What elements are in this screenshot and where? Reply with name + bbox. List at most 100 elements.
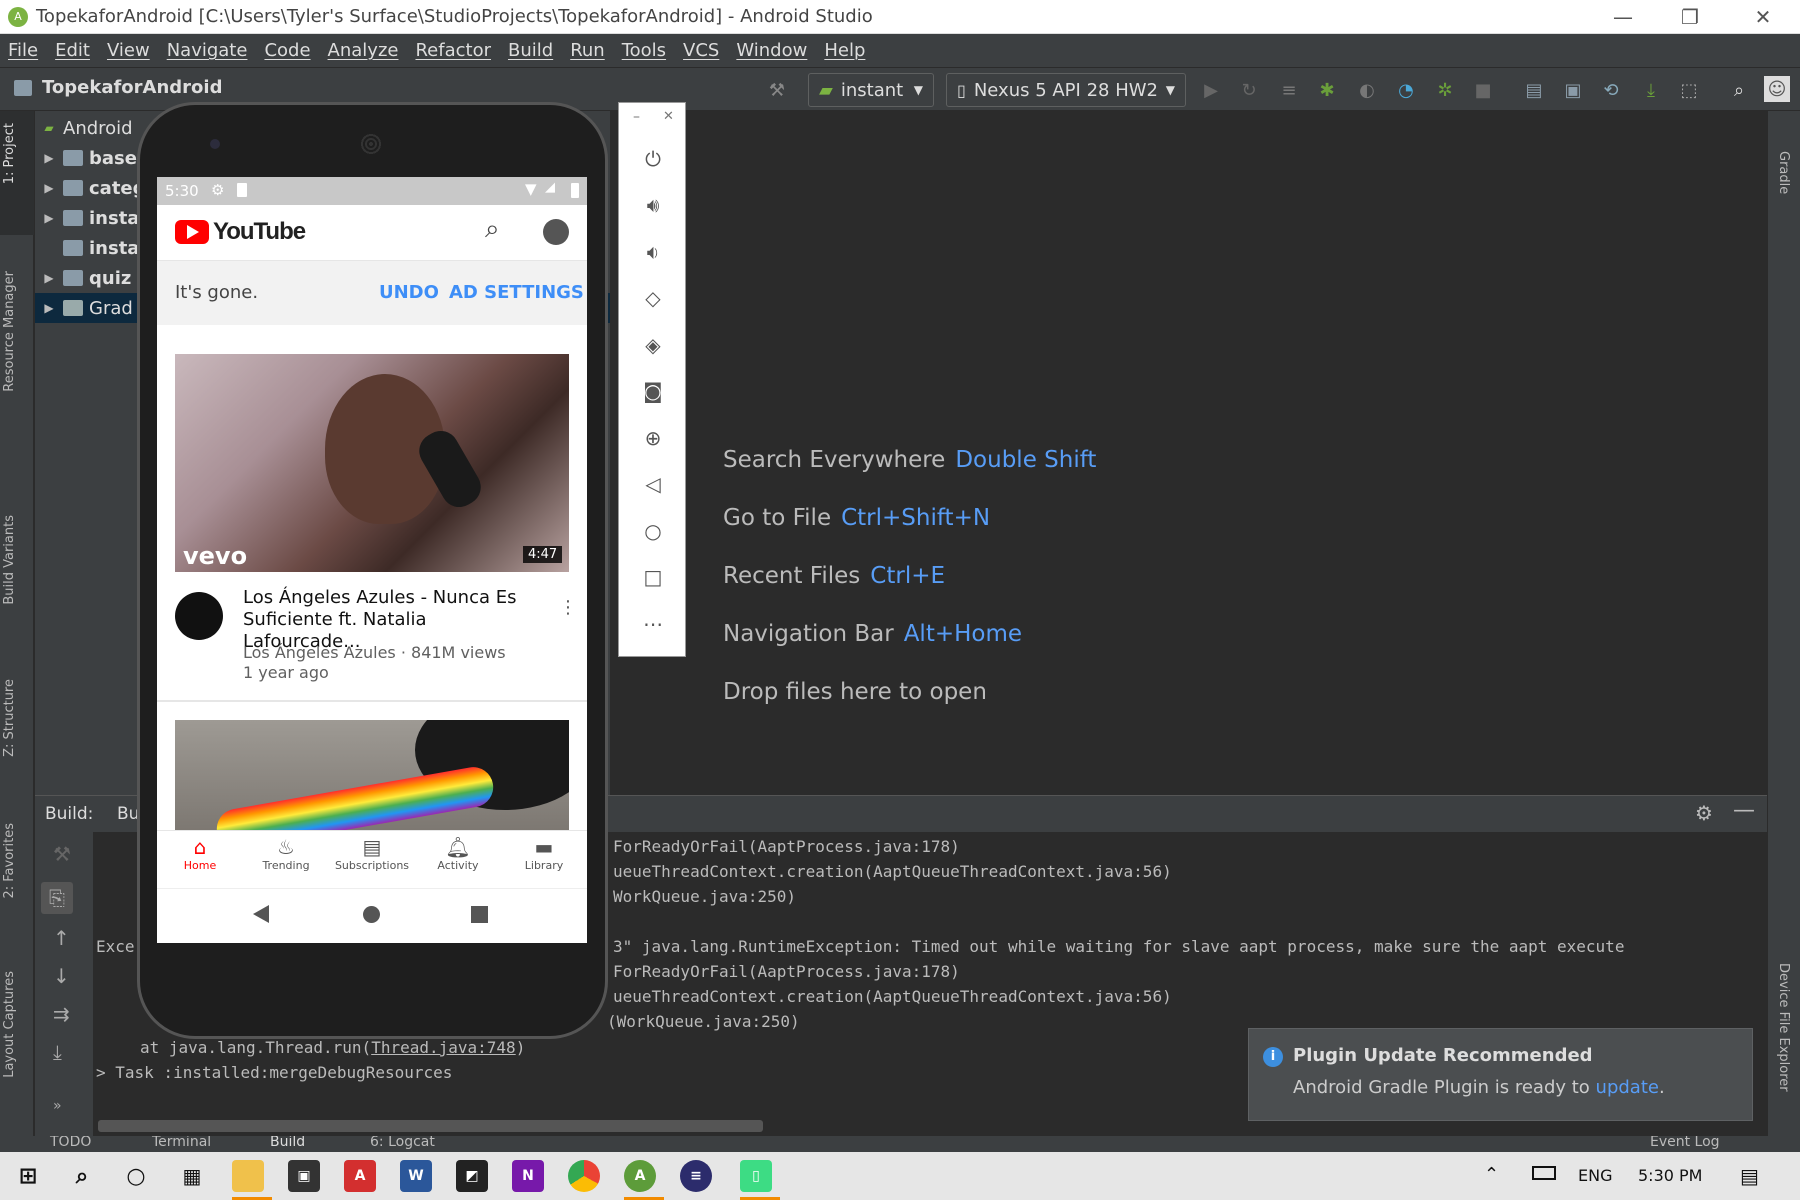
home-icon[interactable]: ○ (619, 519, 687, 543)
emulator-taskbar-icon[interactable]: ▯ (740, 1160, 772, 1192)
project-name[interactable]: TopekaforAndroid (42, 77, 222, 98)
nav-subscriptions[interactable]: ▤ Subscriptions (329, 835, 415, 872)
hammer-icon[interactable]: ⚒ (53, 842, 71, 866)
plugin-update-notification[interactable]: i Plugin Update Recommended Android Grad… (1248, 1028, 1753, 1121)
android-studio-taskbar-icon[interactable]: A (624, 1160, 656, 1192)
undo-button[interactable]: UNDO (379, 282, 439, 303)
cortana-icon[interactable]: ○ (120, 1160, 152, 1192)
ad-settings-button[interactable]: AD SETTINGS (449, 282, 584, 303)
minimize-icon[interactable]: – (633, 109, 640, 125)
screenshot-icon[interactable]: ◙ (619, 379, 687, 403)
menu-help[interactable]: Help (824, 40, 865, 61)
restore-button[interactable]: ❐ (1660, 0, 1720, 34)
power-icon[interactable]: ⏻ (619, 147, 687, 171)
update-link[interactable]: update (1596, 1077, 1659, 1098)
eclipse-icon[interactable]: ≡ (680, 1160, 712, 1192)
clock[interactable]: 5:30 PM (1638, 1166, 1702, 1185)
nav-home[interactable]: ⌂ Home (157, 835, 243, 872)
file-explorer-icon[interactable] (232, 1160, 264, 1192)
volume-down-icon[interactable]: 🔉︎ (619, 240, 687, 264)
debug-icon[interactable]: ✱ (1316, 79, 1338, 101)
run-icon[interactable]: ▶ (1200, 79, 1222, 101)
more-icon[interactable]: » (53, 1098, 62, 1114)
notes-icon[interactable]: ◩ (456, 1160, 488, 1192)
menu-refactor[interactable]: Refactor (415, 40, 491, 61)
home-circle-icon[interactable] (363, 906, 380, 923)
project-structure-icon[interactable]: ▤ (1523, 79, 1545, 101)
avd-manager-icon[interactable]: ▣ (1562, 79, 1584, 101)
task-view-icon[interactable]: ▦ (176, 1160, 208, 1192)
search-icon[interactable]: ⌕ (1728, 79, 1750, 101)
hammer-icon[interactable]: ⚒ (766, 79, 788, 101)
battery-icon[interactable] (1532, 1166, 1556, 1180)
tab-todo[interactable]: TODO (50, 1136, 91, 1150)
video-thumbnail-2[interactable] (175, 720, 569, 830)
tab-build-variants[interactable]: Build Variants (2, 515, 17, 605)
close-window-button[interactable]: ✕ (1733, 0, 1793, 34)
expand-arrow-icon[interactable]: ▶ (35, 301, 63, 315)
more-vert-icon[interactable]: ⋮ (559, 597, 577, 618)
close-icon[interactable]: ✕ (663, 109, 674, 124)
rotate-right-icon[interactable]: ◈ (619, 333, 687, 357)
scroll-to-end-icon[interactable]: ⤓ (53, 1040, 62, 1064)
profile-icon[interactable]: ◔ (1395, 79, 1417, 101)
tab-device-file-explorer[interactable]: Device File Explorer (1776, 963, 1791, 1092)
hide-panel-icon[interactable]: — (1733, 798, 1755, 823)
chevron-up-icon[interactable]: ⌃ (1484, 1164, 1499, 1185)
expand-arrow-icon[interactable]: ▶ (35, 211, 63, 225)
arrow-up-icon[interactable]: ↑ (53, 926, 70, 950)
volume-up-icon[interactable]: 🔊︎ (619, 193, 687, 217)
arrow-down-icon[interactable]: ↓ (53, 964, 70, 988)
menu-file[interactable]: File (8, 40, 38, 61)
tab-favorites[interactable]: 2: Favorites (2, 823, 17, 899)
tab-project[interactable]: 1: Project (2, 123, 17, 184)
zoom-icon[interactable]: ⊕ (619, 426, 687, 450)
menu-vcs[interactable]: VCS (683, 40, 719, 61)
tab-logcat[interactable]: 6: Logcat (370, 1136, 435, 1150)
horizontal-scrollbar[interactable] (98, 1120, 763, 1132)
tab-event-log[interactable]: Event Log (1650, 1136, 1720, 1150)
stacktrace-link[interactable]: Thread.java:748 (371, 1038, 516, 1057)
menu-run[interactable]: Run (570, 40, 605, 61)
tab-gradle[interactable]: Gradle (1776, 151, 1791, 194)
sdk-manager-icon[interactable]: ⤓ (1640, 79, 1662, 101)
user-icon[interactable]: ☺ (1764, 76, 1790, 102)
windows-start-icon[interactable]: ⊞ (12, 1160, 44, 1192)
coverage-icon[interactable]: ◐ (1356, 79, 1378, 101)
onenote-icon[interactable]: N (512, 1160, 544, 1192)
gear-icon[interactable]: ⚙ (1695, 801, 1713, 825)
run-config-select[interactable]: ▰ instant ▼ (808, 73, 934, 107)
back-icon[interactable] (253, 905, 269, 923)
tab-build[interactable]: Build (270, 1136, 305, 1150)
tab-resource-manager[interactable]: Resource Manager (2, 271, 17, 392)
soft-wrap-icon[interactable]: ⇉ (53, 1002, 70, 1026)
stop-icon[interactable]: ■ (1472, 79, 1494, 101)
menu-view[interactable]: View (107, 40, 150, 61)
nav-trending[interactable]: ♨ Trending (243, 835, 329, 872)
tab-layout-captures[interactable]: Layout Captures (2, 971, 17, 1078)
menu-tools[interactable]: Tools (622, 40, 666, 61)
pdf-icon[interactable]: A (344, 1160, 376, 1192)
recents-icon[interactable] (471, 906, 488, 923)
sync-gradle-icon[interactable]: ⟲ (1600, 79, 1622, 101)
apply-changes-icon[interactable]: ↻ (1238, 79, 1260, 101)
menu-build[interactable]: Build (508, 40, 553, 61)
action-center-icon[interactable]: ▤ (1740, 1164, 1759, 1188)
search-icon[interactable]: ⌕ (485, 214, 500, 245)
account-icon[interactable] (543, 219, 569, 245)
language-indicator[interactable]: ENG (1578, 1166, 1612, 1185)
rotate-left-icon[interactable]: ◇ (619, 286, 687, 310)
toggle-view-icon[interactable]: ⎘ (41, 882, 73, 914)
back-icon[interactable]: ◁ (619, 472, 687, 496)
menu-code[interactable]: Code (264, 40, 310, 61)
phone-screen[interactable]: 5:30 ⚙ ▼ ◢ YouTube ⌕ It's gone. UNDO AD … (157, 177, 587, 943)
video-thumbnail[interactable]: vevo 4:47 (175, 354, 569, 572)
device-select[interactable]: ▯ Nexus 5 API 28 HW2 ▼ (946, 73, 1186, 107)
menu-analyze[interactable]: Analyze (328, 40, 399, 61)
channel-avatar[interactable] (175, 592, 223, 640)
tab-structure[interactable]: Z: Structure (2, 679, 17, 757)
chrome-icon[interactable] (568, 1160, 600, 1192)
attach-debugger-icon[interactable]: ✲ (1434, 79, 1456, 101)
apply-code-icon[interactable]: ≡ (1278, 79, 1300, 101)
search-icon[interactable]: ⌕ (66, 1160, 98, 1192)
